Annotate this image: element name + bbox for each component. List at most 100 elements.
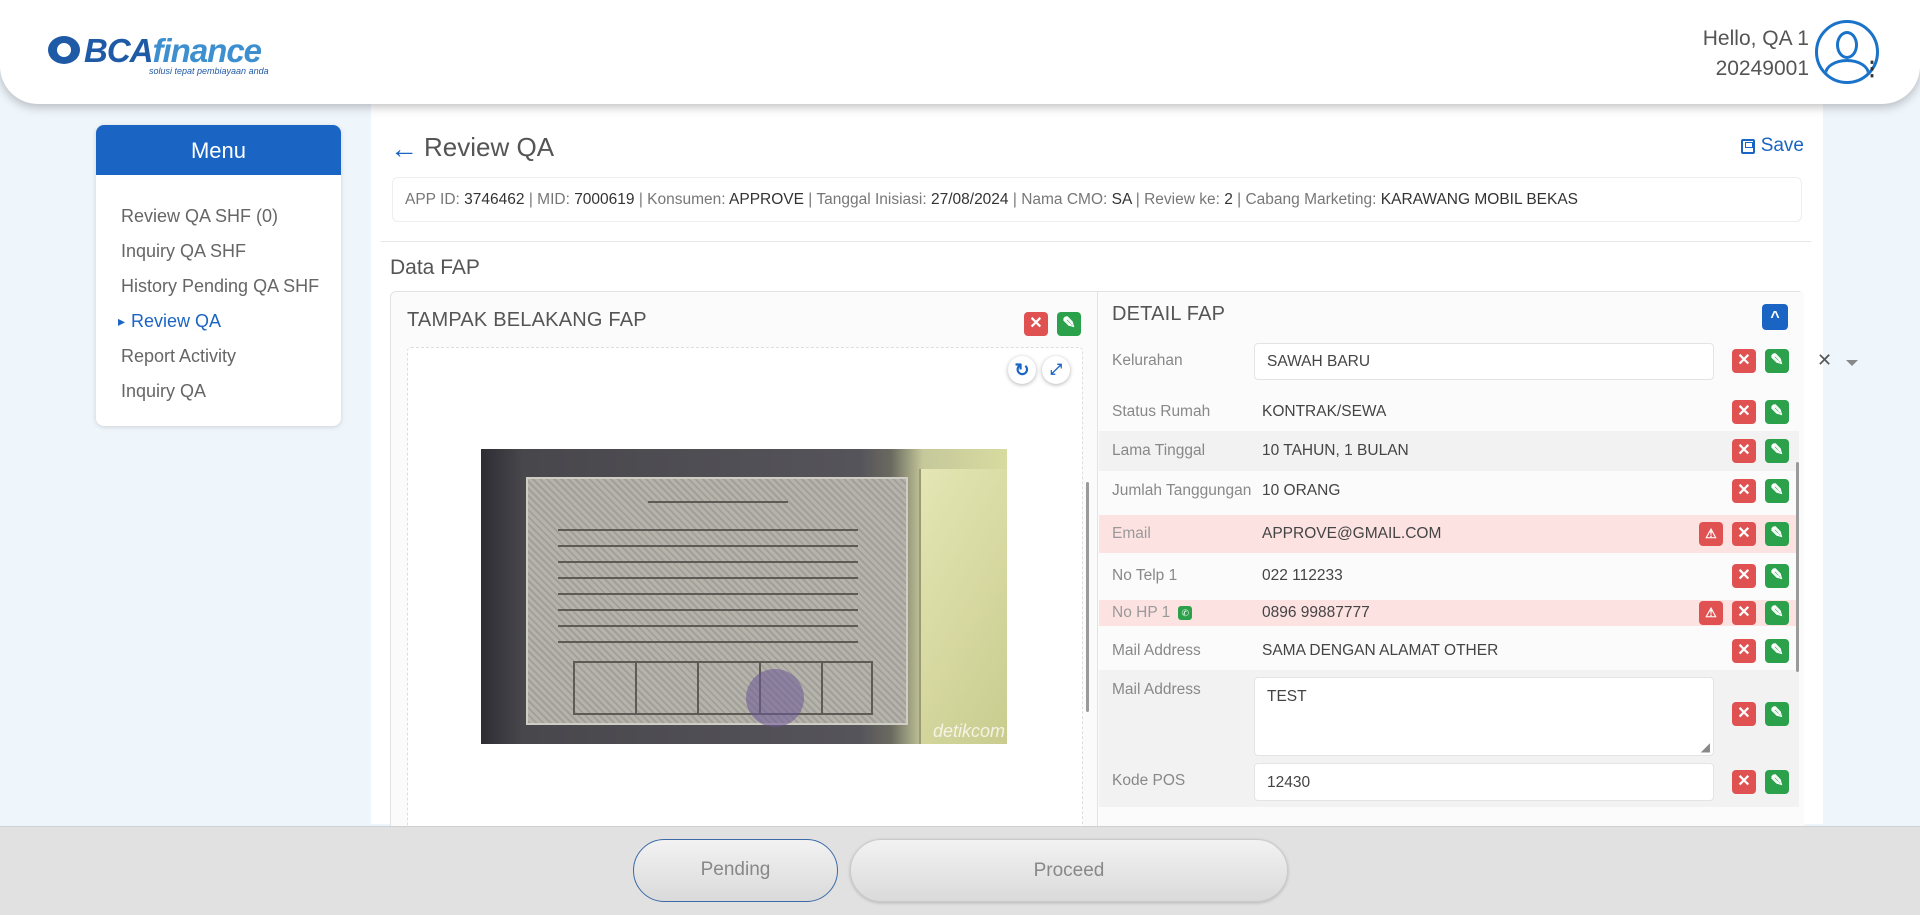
warning-triangle-icon[interactable]: ⚠ [1699,601,1723,625]
chevron-up-icon[interactable]: ^ [1762,304,1788,330]
field-row-lama-tinggal: Lama Tinggal 10 TAHUN, 1 BULAN ✕ ✎ [1099,431,1799,471]
pencil-icon: ✎ [1770,442,1784,459]
field-label: Status Rumah [1112,403,1211,420]
pencil-icon: ✎ [1770,604,1784,621]
cabang-label: Cabang Marketing: [1245,191,1377,208]
reject-field-button[interactable]: ✕ [1732,564,1756,588]
back-arrow-icon[interactable]: ← [390,134,418,164]
edit-field-button[interactable]: ✎ [1765,349,1789,373]
field-row-status-rumah: Status Rumah KONTRAK/SEWA ✕ ✎ [1099,393,1799,431]
reject-field-button[interactable]: ✕ [1732,702,1756,726]
edit-field-button[interactable]: ✎ [1765,770,1789,794]
edit-field-button[interactable]: ✎ [1765,702,1789,726]
vehicle-registration-document [526,477,908,727]
pencil-icon: ✎ [1770,482,1784,499]
menu-item-inquiry-qa[interactable]: Inquiry QA [96,376,341,411]
pencil-icon: ✎ [1062,315,1076,332]
mail-address-textarea[interactable]: TEST ◢ [1254,677,1714,756]
warning-triangle-icon[interactable]: ⚠ [1699,522,1723,546]
image-viewer[interactable]: ↻ ⤢ detikcom [407,347,1083,837]
edit-field-button[interactable]: ✎ [1765,439,1789,463]
user-greeting: Hello, QA 1 20249001 [1703,24,1809,84]
x-icon: ✕ [1029,315,1043,332]
resize-handle-icon[interactable]: ◢ [1701,740,1710,754]
field-value: KONTRAK/SEWA [1262,403,1387,420]
page-title: Review QA [424,132,555,162]
chevron-down-icon[interactable] [1846,360,1858,366]
reject-field-button[interactable]: ✕ [1732,439,1756,463]
clear-x-icon[interactable]: ✕ [1817,350,1832,371]
reject-field-button[interactable]: ✕ [1732,639,1756,663]
menu-item-report-activity[interactable]: Report Activity [96,341,341,376]
logo-text-finance: finance [152,32,263,69]
rotate-icon[interactable]: ↻ [1008,356,1036,384]
logo-tagline: solusi tepat pembiayaan anda [149,66,269,76]
edit-field-button[interactable]: ✎ [1765,601,1789,625]
image-watermark: detikcom [932,721,1005,741]
avatar-head [1836,31,1858,59]
fap-document-image: detikcom [481,449,1007,744]
reject-image-button[interactable]: ✕ [1024,312,1048,336]
kode-pos-input[interactable]: 12430 [1254,763,1714,801]
detail-pane-scrollbar[interactable] [1796,462,1799,672]
tanggal-value: 27/08/2024 [930,191,1009,208]
logo-text-bca: BCA [84,32,153,69]
kelurahan-value: SAWAH BARU [1267,353,1371,370]
edit-image-button[interactable]: ✎ [1057,312,1081,336]
field-row-no-hp-1: No HP 1 ✆ 0896 99887777 ⚠ ✕ ✎ [1099,600,1799,626]
konsumen-label: Konsumen: [647,191,726,208]
edit-field-button[interactable]: ✎ [1765,400,1789,424]
field-row-mail-address: Mail Address SAMA DENGAN ALAMAT OTHER ✕ … [1099,630,1799,670]
field-label: No Telp 1 [1112,567,1178,584]
floppy-disk-icon [1740,138,1755,154]
field-row-jumlah-tanggungan: Jumlah Tanggungan 10 ORANG ✕ ✎ [1099,471,1799,511]
x-icon: ✕ [1737,567,1751,584]
tanggal-label: Tanggal Inisiasi: [816,191,927,208]
field-value: 022 112233 [1262,567,1343,584]
top-bar: BCAfinance solusi tepat pembiayaan anda … [0,0,1920,104]
edit-field-button[interactable]: ✎ [1765,564,1789,588]
x-icon: ✕ [1737,604,1751,621]
reject-field-button[interactable]: ✕ [1732,400,1756,424]
proceed-button[interactable]: Proceed [850,839,1288,902]
cmo-label: Nama CMO: [1021,191,1108,208]
application-info-bar: APP ID: 3746462 | MID: 7000619 | Konsume… [392,177,1802,222]
edit-field-button[interactable]: ✎ [1765,479,1789,503]
main-content: ← Review QA Save APP ID: 3746462 | MID: … [371,104,1858,837]
pencil-icon: ✎ [1770,525,1784,542]
image-pane-scrollbar[interactable] [1086,482,1089,712]
field-value: 10 TAHUN, 1 BULAN [1262,442,1409,459]
field-label: Email [1112,525,1151,542]
menu-item-inquiry-qa-shf[interactable]: Inquiry QA SHF [96,236,341,271]
pending-button[interactable]: Pending [633,839,838,902]
kebab-menu-icon[interactable]: ⋮ [1862,59,1882,79]
reject-field-button[interactable]: ✕ [1732,479,1756,503]
user-id: 20249001 [1715,57,1809,80]
menu-item-review-qa[interactable]: Review QA [96,306,341,341]
review-value: 2 [1224,191,1233,208]
app-id-value: 3746462 [464,191,525,208]
pencil-icon: ✎ [1770,352,1784,369]
save-button[interactable]: Save [1740,135,1804,157]
review-label: Review ke: [1144,191,1220,208]
reject-field-button[interactable]: ✕ [1732,770,1756,794]
menu-item-history-pending-qa-shf[interactable]: History Pending QA SHF [96,271,341,306]
field-label: Lama Tinggal [1112,442,1206,459]
reject-field-button[interactable]: ✕ [1732,601,1756,625]
field-value: SAMA DENGAN ALAMAT OTHER [1262,642,1499,659]
menu-item-review-qa-shf[interactable]: Review QA SHF (0) [96,201,341,236]
edit-field-button[interactable]: ✎ [1765,522,1789,546]
kelurahan-select[interactable]: SAWAH BARU ✕ [1254,343,1858,380]
expand-icon[interactable]: ⤢ [1042,356,1070,384]
x-icon: ✕ [1737,773,1751,790]
fap-panel: TAMPAK BELAKANG FAP ✕ ✎ ↻ ⤢ detikcom DET… [390,291,1858,837]
reject-field-button[interactable]: ✕ [1732,349,1756,373]
edit-field-button[interactable]: ✎ [1765,639,1789,663]
reject-field-button[interactable]: ✕ [1732,522,1756,546]
field-label: No HP 1 [1112,604,1171,621]
pencil-icon: ✎ [1770,403,1784,420]
bca-emblem-icon [48,36,80,64]
menu-item-review-qa-label: Review QA [131,311,222,331]
field-label: Mail Address [1112,642,1201,659]
x-icon: ✕ [1737,525,1751,542]
